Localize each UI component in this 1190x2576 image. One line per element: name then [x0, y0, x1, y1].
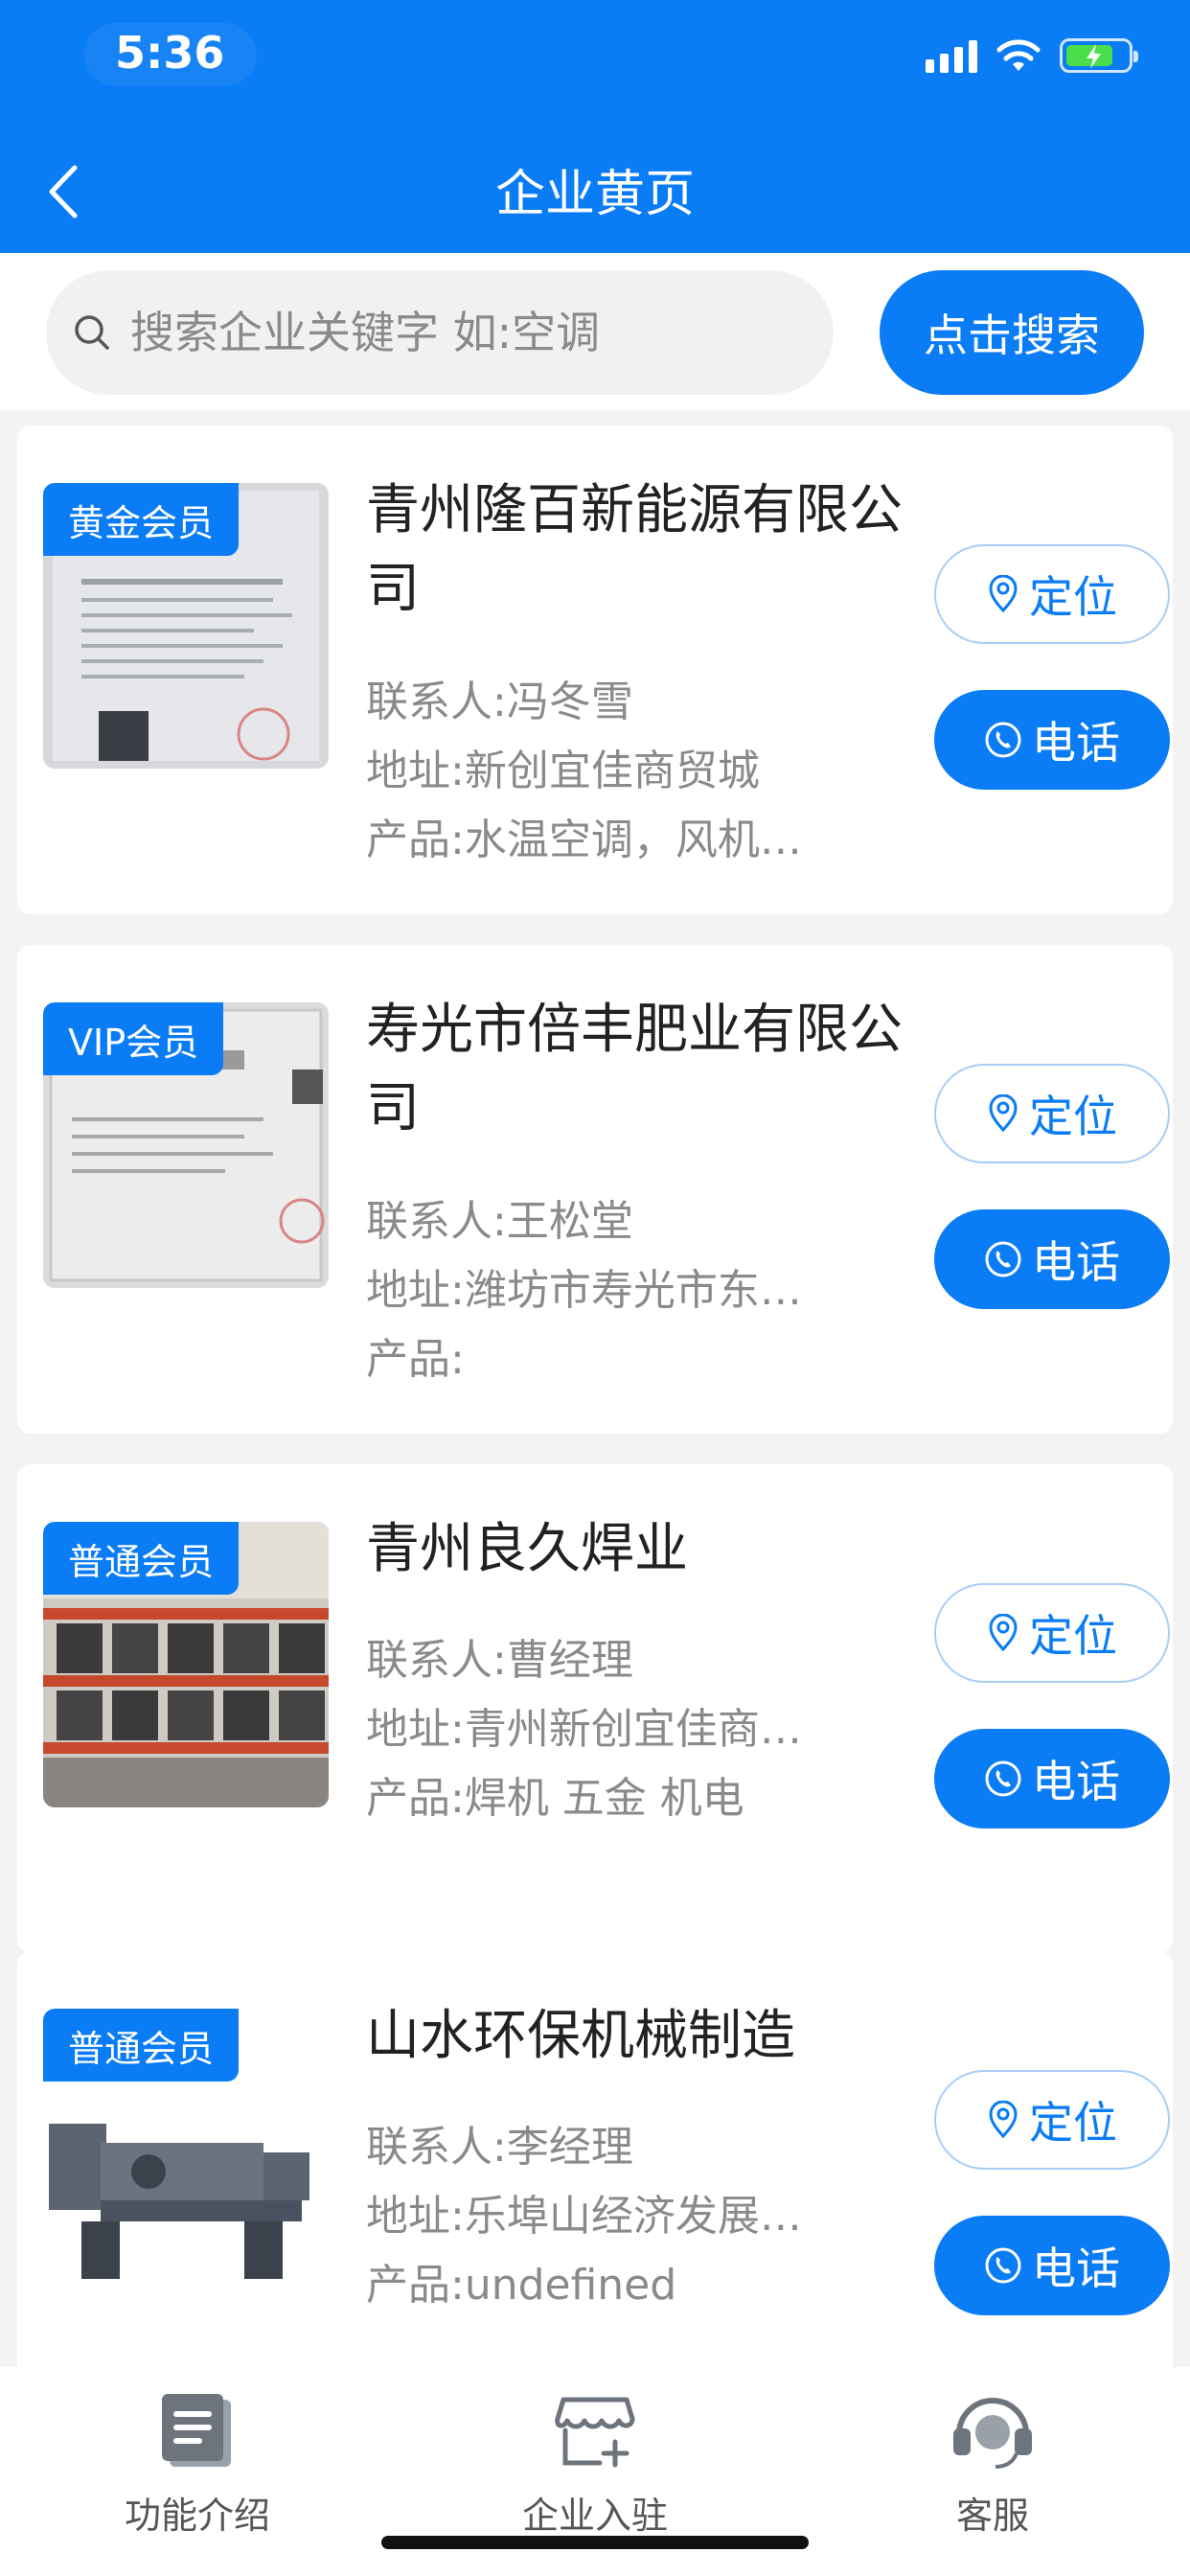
- battery-icon: [1060, 38, 1138, 73]
- phone-icon: [985, 722, 1021, 758]
- company-thumbnail: 普通会员: [43, 2009, 329, 2294]
- call-button[interactable]: 电话: [934, 690, 1170, 790]
- company-contact: 联系人:曹经理: [366, 1636, 633, 1685]
- company-card[interactable]: VIP会员 寿光市倍丰肥业有限公司 联系人:王松堂 地址:潍坊市寿光市东… 产品…: [17, 945, 1173, 1434]
- tab-features[interactable]: 功能介绍: [54, 2384, 341, 2539]
- storefront-add-icon: [555, 2397, 635, 2468]
- search-icon: [75, 315, 109, 350]
- membership-badge: VIP会员: [43, 1002, 224, 1075]
- phone-icon: [985, 1760, 1021, 1797]
- company-contact: 联系人:李经理: [366, 2123, 633, 2172]
- company-contact: 联系人:冯冬雪: [366, 678, 633, 726]
- company-thumbnail: VIP会员: [43, 1002, 329, 1288]
- company-name: 山水环保机械制造: [366, 2005, 795, 2067]
- locate-button[interactable]: 定位: [934, 2070, 1170, 2170]
- company-products: 产品:undefined: [366, 2261, 677, 2310]
- document-icon: [162, 2394, 231, 2467]
- company-card[interactable]: 黄金会员 青州隆百新能源有限公司 联系人:冯冬雪 地址:新创宜佳商贸城 产品:水…: [17, 426, 1173, 914]
- search-input[interactable]: [130, 307, 782, 358]
- company-card[interactable]: 普通会员 青州良久焊业 联系人:曹经理 地址:青州新创宜佳商… 产品:焊机 五金…: [17, 1464, 1173, 1953]
- company-thumbnail: 普通会员: [43, 1522, 329, 1807]
- call-button[interactable]: 电话: [934, 2216, 1170, 2315]
- status-time: 5:36: [115, 27, 225, 79]
- company-products: 产品:: [366, 1335, 465, 1384]
- membership-badge: 普通会员: [43, 2009, 240, 2082]
- search-button[interactable]: 点击搜索: [880, 270, 1144, 395]
- tab-customer-service[interactable]: 客服: [849, 2384, 1136, 2539]
- call-button-label: 电话: [1032, 1236, 1120, 1288]
- membership-badge: 普通会员: [43, 1522, 240, 1595]
- location-pin-icon: [989, 2101, 1018, 2139]
- locate-button-label: 定位: [1029, 2097, 1117, 2149]
- phone-icon: [985, 1241, 1021, 1277]
- page-title: 企业黄页: [494, 166, 695, 223]
- company-address: 地址:乐埠山经济发展…: [366, 2192, 802, 2241]
- locate-button-label: 定位: [1029, 1091, 1117, 1142]
- header-bar: 5:36 企业黄页: [0, 0, 1190, 253]
- status-icons: [926, 38, 1138, 73]
- call-button[interactable]: 电话: [934, 1209, 1170, 1309]
- locate-button-label: 定位: [1029, 1610, 1117, 1662]
- cellular-signal-icon: [926, 38, 977, 73]
- company-name: 青州良久焊业: [366, 1518, 688, 1580]
- call-button-label: 电话: [1032, 717, 1120, 769]
- tab-customer-service-label: 客服: [955, 2495, 1029, 2537]
- company-address: 地址:潍坊市寿光市东…: [366, 1266, 802, 1315]
- headset-icon: [953, 2398, 1032, 2469]
- company-products: 产品:焊机 五金 机电: [366, 1774, 744, 1823]
- location-pin-icon: [989, 575, 1018, 613]
- search-field[interactable]: [46, 270, 834, 395]
- location-pin-icon: [989, 1614, 1018, 1652]
- company-address: 地址:新创宜佳商贸城: [366, 747, 760, 795]
- call-button-label: 电话: [1032, 1756, 1120, 1807]
- company-thumbnail: 黄金会员: [43, 483, 329, 769]
- home-indicator: [381, 2536, 809, 2549]
- phone-icon: [985, 2247, 1021, 2284]
- call-button[interactable]: 电话: [934, 1729, 1170, 1828]
- company-name: 青州隆百新能源有限公司: [366, 479, 903, 620]
- tab-enterprise-join[interactable]: 企业入驻: [451, 2384, 739, 2539]
- locate-button[interactable]: 定位: [934, 1064, 1170, 1163]
- company-contact: 联系人:王松堂: [366, 1197, 633, 1246]
- company-address: 地址:青州新创宜佳商…: [366, 1705, 802, 1754]
- search-bar: 点击搜索: [0, 253, 1190, 410]
- tab-enterprise-join-label: 企业入驻: [521, 2495, 668, 2537]
- locate-button-label: 定位: [1029, 571, 1117, 623]
- company-name: 寿光市倍丰肥业有限公司: [366, 999, 903, 1139]
- locate-button[interactable]: 定位: [934, 544, 1170, 644]
- call-button-label: 电话: [1032, 2242, 1120, 2294]
- location-pin-icon: [989, 1094, 1018, 1133]
- tab-features-label: 功能介绍: [124, 2495, 270, 2537]
- locate-button[interactable]: 定位: [934, 1583, 1170, 1683]
- wifi-icon: [996, 39, 1041, 71]
- company-products: 产品:水温空调，风机…: [366, 816, 802, 864]
- membership-badge: 黄金会员: [43, 483, 240, 556]
